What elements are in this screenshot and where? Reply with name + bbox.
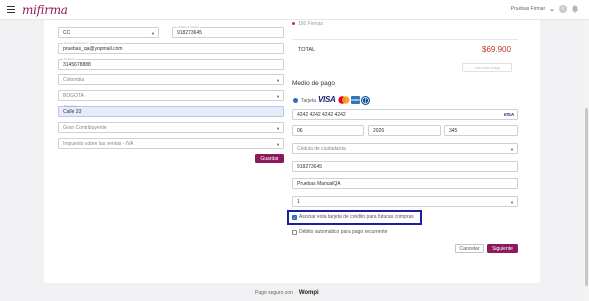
caret-down-icon: ▼ <box>510 200 514 205</box>
country-select[interactable]: Colombia ▼ <box>58 74 284 85</box>
phone-floating-label: Teléfono celular <box>177 25 201 29</box>
city-select[interactable]: BOGOTA ▼ <box>58 90 284 101</box>
visa-logo: VISA <box>318 95 336 104</box>
diners-logo <box>361 96 370 105</box>
user-name[interactable]: Pruebas Firmar <box>511 6 545 12</box>
mobile-field[interactable]: Teléfono 3145678888 <box>58 57 284 70</box>
id-type-select[interactable]: Cédula de ciudadanía ▼ <box>292 143 518 154</box>
address-value: Calle 33 <box>63 108 82 115</box>
cancel-payment-button-disabled[interactable]: Cancelar pago <box>462 63 512 72</box>
document-type-select[interactable]: CC ▼ <box>58 27 159 38</box>
amex-logo: AMEX <box>351 96 360 104</box>
card-method-label: Tarjeta <box>301 98 317 104</box>
cancel-button[interactable]: Cancelar <box>455 244 484 253</box>
payment-method-title: Medio de pago <box>292 80 336 87</box>
caret-down-icon: ▼ <box>276 142 280 147</box>
chevron-down-icon[interactable]: ⌄ <box>549 5 555 13</box>
exp-year-field[interactable]: 2026 <box>368 125 441 136</box>
taxpayer-type-select[interactable]: Gran Contribuyente ▼ <box>58 122 284 133</box>
associate-card-label[interactable]: Asociar esta tarjeta de crédito para fut… <box>299 214 414 220</box>
card-brand-badge: VISA <box>503 112 514 117</box>
email-value: pruebas_qa@yopmail.com <box>63 45 123 52</box>
installments-value: 1 <box>297 198 300 205</box>
address-field[interactable]: Dirección Calle 33 <box>58 104 284 117</box>
card-number-field[interactable]: 4242 4242 4242 4242 VISA <box>292 109 518 120</box>
caret-down-icon: ▼ <box>276 126 280 131</box>
tax-regime-select[interactable]: Impuesto sobre las ventas - IVA ▼ <box>58 138 284 149</box>
id-number-value: 918273645 <box>297 163 323 170</box>
bell-icon[interactable] <box>571 5 579 13</box>
next-button[interactable]: Siguiente <box>487 244 518 253</box>
hamburger-menu-icon[interactable] <box>7 6 15 13</box>
phone-value: 918273645 <box>177 29 203 36</box>
summary-item: 150 Firmas <box>298 21 324 27</box>
auto-debit-label[interactable]: Débito automático para pago recurrente <box>299 229 387 235</box>
cardholder-name-field[interactable]: Pruebas ManualQA <box>292 178 518 189</box>
phone-field[interactable]: Teléfono celular 918273645 <box>172 25 284 38</box>
mobile-value: 3145678888 <box>63 61 91 68</box>
city-value: BOGOTA <box>63 92 85 99</box>
cardholder-name-value: Pruebas ManualQA <box>297 180 341 187</box>
top-bar: mifirma Pruebas Firmar ⌄ i <box>0 0 589 20</box>
address-floating-label: Dirección <box>64 104 77 108</box>
email-floating-label: Correo electrónico <box>63 41 90 45</box>
document-type-value: CC <box>63 29 71 36</box>
exp-month-value: 06 <box>297 127 303 134</box>
email-field[interactable]: Correo electrónico pruebas_qa@yopmail.co… <box>58 41 284 54</box>
cvc-field[interactable]: 345 <box>444 125 518 136</box>
scrollbar-thumb[interactable] <box>585 108 588 286</box>
caret-down-icon: ▼ <box>276 94 280 99</box>
brand-logo[interactable]: mifirma <box>22 3 68 17</box>
summary-bullet-icon <box>292 22 295 25</box>
card-radio[interactable] <box>293 98 298 103</box>
wompi-logo: Wompi <box>298 290 319 296</box>
id-type-value: Cédula de ciudadanía <box>297 145 346 152</box>
card-number-value: 4242 4242 4242 4242 <box>297 111 346 118</box>
id-number-field[interactable]: 918273645 <box>292 161 518 172</box>
user-area: Pruebas Firmar ⌄ i <box>511 5 579 13</box>
exp-month-field[interactable]: 06 <box>292 125 364 136</box>
cvc-value: 345 <box>449 127 458 134</box>
footer: Pago seguro con Wompi <box>255 290 319 296</box>
taxpayer-type-value: Gran Contribuyente <box>63 124 107 131</box>
caret-down-icon: ▼ <box>276 78 280 83</box>
total-label: TOTAL <box>298 47 316 53</box>
mobile-floating-label: Teléfono <box>63 57 77 61</box>
caret-down-icon: ▼ <box>151 31 155 36</box>
secure-payment-text: Pago seguro con <box>255 290 293 296</box>
info-icon[interactable]: i <box>559 5 567 13</box>
caret-down-icon: ▼ <box>510 147 514 152</box>
total-value: $69.900 <box>482 45 511 54</box>
auto-debit-checkbox[interactable] <box>292 230 297 235</box>
associate-card-checkbox[interactable]: ✓ <box>292 215 297 220</box>
mastercard-logo <box>338 96 350 104</box>
tax-regime-value: Impuesto sobre las ventas - IVA <box>63 140 134 147</box>
installments-select[interactable]: 1 ▼ <box>292 196 518 207</box>
save-button[interactable]: Guardar <box>255 154 284 163</box>
country-value: Colombia <box>63 76 85 83</box>
summary-divider <box>292 39 518 40</box>
exp-year-value: 2026 <box>373 127 385 134</box>
